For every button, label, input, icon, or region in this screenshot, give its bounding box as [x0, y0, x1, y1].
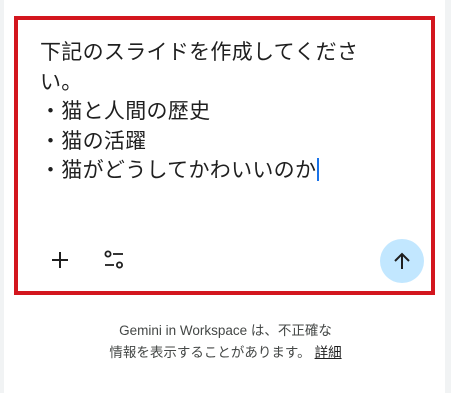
prompt-line: ・猫の活躍	[40, 128, 147, 153]
gemini-side-panel: 下記のスライドを作成してくださ い。 ・猫と人間の歴史 ・猫の活躍 ・猫がどうし…	[0, 0, 451, 393]
prompt-textarea[interactable]: 下記のスライドを作成してくださ い。 ・猫と人間の歴史 ・猫の活躍 ・猫がどうし…	[40, 38, 412, 186]
arrow-up-icon	[394, 252, 410, 269]
send-button[interactable]	[380, 239, 424, 283]
text-cursor	[317, 158, 320, 181]
prompt-line: 下記のスライドを作成してくださ	[40, 40, 359, 64]
prompt-input-box[interactable]: 下記のスライドを作成してくださ い。 ・猫と人間の歴史 ・猫の活躍 ・猫がどうし…	[14, 16, 435, 295]
add-attachment-button[interactable]	[44, 244, 76, 276]
disclaimer-line: 情報を表示することがあります。	[109, 345, 311, 360]
tools-button[interactable]	[98, 244, 130, 276]
prompt-line: ・猫と人間の歴史	[40, 99, 211, 123]
tune-icon	[104, 250, 123, 269]
details-link[interactable]: 詳細	[315, 345, 342, 360]
disclaimer: Gemini in Workspace は、不正確な 情報を表示することがありま…	[0, 320, 451, 364]
prompt-line: い。	[40, 69, 83, 94]
disclaimer-line: Gemini in Workspace は、不正確な	[119, 323, 332, 338]
prompt-line: ・猫がどうしてかわいいのか	[40, 158, 317, 182]
plus-icon	[52, 252, 68, 268]
